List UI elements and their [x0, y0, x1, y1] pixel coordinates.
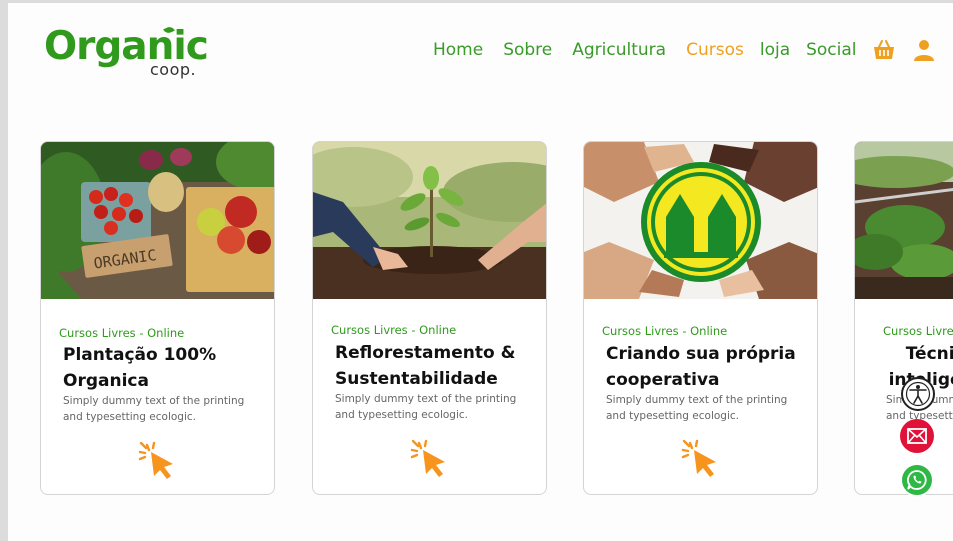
whatsapp-icon[interactable]: [900, 463, 934, 497]
card-image-tree-planting: [313, 142, 546, 299]
logo[interactable]: Organic coop.: [44, 25, 214, 85]
nav-cursos[interactable]: Cursos: [686, 40, 744, 60]
card-category: Cursos Livres - Online: [883, 324, 953, 338]
card-image-cooperative-logo: [584, 142, 817, 299]
user-icon[interactable]: [911, 37, 937, 63]
course-card[interactable]: Cursos Livres - Online Reflorestamento &…: [312, 141, 547, 495]
nav-social[interactable]: Social: [806, 40, 856, 60]
pointer-click-icon[interactable]: [137, 440, 179, 482]
logo-subtext: coop.: [150, 60, 197, 79]
card-image-vegetables: ORGANIC: [41, 142, 274, 299]
card-title: Plantação 100% Organica: [63, 345, 217, 391]
card-description: Simply dummy text of the printing and ty…: [606, 394, 788, 422]
card-category: Cursos Livres - Online: [602, 324, 728, 338]
basket-icon[interactable]: [871, 37, 897, 63]
nav-sobre[interactable]: Sobre: [503, 40, 552, 60]
card-image-greenhouse: [855, 142, 953, 299]
course-card[interactable]: Cursos Livres - Online Criando sua própr…: [583, 141, 818, 495]
nav-loja[interactable]: loja: [760, 40, 790, 60]
card-title: Reflorestamento & Sustentabilidade: [335, 343, 516, 389]
pointer-click-icon[interactable]: [409, 438, 451, 480]
course-card[interactable]: ORGANIC Cursos Livres - Online Plantação…: [40, 141, 275, 495]
card-description: Simply dummy text of the printing and ty…: [63, 395, 245, 423]
email-icon[interactable]: [900, 419, 934, 453]
card-title: Criando sua própria cooperativa: [606, 344, 796, 390]
accessibility-icon[interactable]: [901, 377, 935, 411]
card-description: Simply dummy text of the printing and ty…: [335, 393, 517, 421]
pointer-click-icon[interactable]: [680, 438, 722, 480]
card-category: Cursos Livres - Online: [331, 323, 457, 337]
page: Organic coop. Home Sobre Agricultura Cur…: [8, 3, 953, 541]
main-nav: Home Sobre Agricultura Cursos loja Socia…: [433, 37, 951, 63]
nav-agricultura[interactable]: Agricultura: [572, 40, 666, 60]
card-category: Cursos Livres - Online: [59, 326, 185, 340]
nav-home[interactable]: Home: [433, 40, 483, 60]
